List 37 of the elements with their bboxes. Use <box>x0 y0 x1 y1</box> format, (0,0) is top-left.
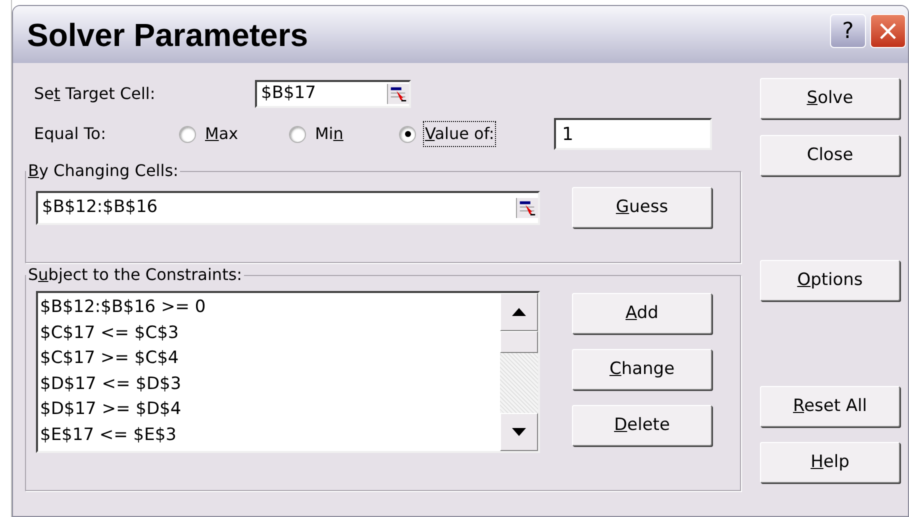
radio-label: Min <box>314 123 344 145</box>
constraint-item[interactable]: $B$12:$B$16 >= 0 <box>40 295 500 320</box>
up-arrow-icon[interactable] <box>512 308 526 316</box>
radio-button[interactable] <box>179 126 196 142</box>
group-label: Subject to the Constraints: <box>27 264 244 286</box>
radio-button[interactable] <box>399 126 416 142</box>
dialog-button[interactable]: Solve <box>760 78 900 119</box>
constraint-item[interactable]: $E$17 <= $E$3 <box>40 422 500 448</box>
value-field[interactable]: 1 <box>554 118 712 150</box>
range-select-icon[interactable] <box>516 198 538 218</box>
range-select-icon[interactable] <box>387 84 409 104</box>
help-button[interactable]: ? <box>830 14 866 48</box>
window-title: Solver Parameters <box>27 16 308 54</box>
down-arrow-icon[interactable] <box>512 428 526 436</box>
constraint-item[interactable]: $C$17 <= $C$3 <box>40 320 500 346</box>
radio-button[interactable] <box>289 126 306 142</box>
field-label: Equal To: <box>33 123 107 145</box>
scrollbar[interactable] <box>500 293 538 451</box>
radio-label: Value of: <box>424 122 496 146</box>
constraint-item[interactable]: $D$17 <= $D$3 <box>40 372 500 397</box>
group-label: By Changing Cells: <box>27 160 180 182</box>
dialog-button[interactable]: Add <box>572 293 712 334</box>
dialog-button[interactable]: Reset All <box>760 386 900 427</box>
close-button[interactable]: × <box>870 14 906 48</box>
dialog-button[interactable]: Change <box>572 349 712 390</box>
dialog-button[interactable]: Guess <box>572 187 712 228</box>
scroll-thumb[interactable] <box>500 331 538 353</box>
target-cell-field[interactable]: $B$17 <box>255 80 411 108</box>
dialog-button[interactable]: Options <box>760 260 900 301</box>
field-label: Set Target Cell: <box>33 83 156 105</box>
dialog-button[interactable]: Delete <box>572 405 712 446</box>
constraint-item[interactable]: $C$17 >= $C$4 <box>40 346 500 372</box>
changing-cells-field[interactable]: $B$12:$B$16 <box>36 190 540 224</box>
radio-label: Max <box>204 123 240 145</box>
constraint-item[interactable]: $D$17 >= $D$4 <box>40 397 500 422</box>
dialog-button[interactable]: Help <box>760 442 900 483</box>
dialog-button[interactable]: Close <box>760 135 900 176</box>
